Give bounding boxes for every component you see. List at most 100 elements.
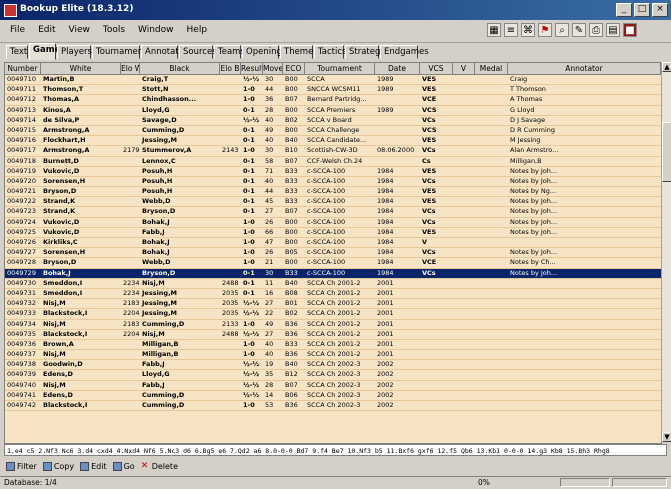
tab-annotator[interactable]: Annotator	[141, 45, 187, 59]
table-row[interactable]: 0049716 Flockhart,H Jessing,M 0-1 40 B40 SCCA …	[5, 136, 661, 147]
table-row[interactable]: 0049731 Smeddon,I 2234 Jessing,M 2035 0-1 16 B0…	[5, 288, 661, 300]
cell-white: Smeddon,I	[43, 288, 83, 297]
menu-view[interactable]: View	[67, 25, 92, 35]
table-row[interactable]: 0049736 Brown,A Milligan,B 1-0 40 B33 SCCA Ch …	[5, 340, 661, 351]
table-row[interactable]: 0049725 Vukovic,D Fabb,J 1-0 66 B00 c-SCCA-100…	[5, 228, 661, 238]
filter-button[interactable]: Filter	[6, 461, 37, 471]
cell-annotator: D J Savage	[510, 115, 546, 124]
table-row[interactable]: 0049717 Armstrong,A 2179 Stummerov,A 2143 1-0…	[5, 146, 661, 157]
table-row[interactable]: 0049715 Armstrong,A Cumming,D 0-1 49 B00 SCCA …	[5, 126, 661, 137]
print-icon[interactable]: ⎙	[589, 23, 603, 37]
column-header-moves[interactable]: Moves	[263, 63, 283, 74]
table-row[interactable]: 0049738 Goodwin,D Fabb,J ½-½ 19 B40 SCCA Ch 20…	[5, 360, 661, 371]
table-row[interactable]: 0049737 Nisj,M Milligan,B 1-0 40 B36 SCCA Ch 2…	[5, 350, 661, 361]
tab-players[interactable]: Players	[57, 45, 92, 59]
menu-tools[interactable]: Tools	[101, 25, 127, 35]
cell-white: Vukovic,D	[43, 166, 80, 175]
table-row[interactable]: 0049713 Kinos,A Lloyd,G 0-1 28 B00 SCCA Premie…	[5, 106, 661, 116]
close-button[interactable]: ×	[652, 3, 668, 17]
table-row[interactable]: 0049726 Kirkliks,C Bohak,J 1-0 47 B00 c-SCCA-1…	[5, 238, 661, 249]
cell-elo-black	[220, 136, 241, 145]
table-row[interactable]: 0049724 Vukovic,D Bohak,J 1-0 26 B00 c-SCCA-10…	[5, 218, 661, 228]
cell-vcs	[420, 391, 453, 400]
list-icon[interactable]: ≡	[504, 23, 518, 37]
tab-text[interactable]: Text	[6, 45, 28, 59]
cell-tournament: c-SCCA-100	[307, 187, 346, 196]
table-row[interactable]: 0049739 Edens,D Lloyd,G ½-½ 35 B12 SCCA Ch 200…	[5, 370, 661, 381]
column-header-white[interactable]: White	[41, 63, 121, 74]
button-label: Go	[123, 461, 135, 471]
table-row[interactable]: 0049712 Thomas,A Chindhasson... 1-0 36 B07 Ber…	[5, 95, 661, 106]
edit-button[interactable]: Edit	[80, 461, 107, 471]
table-row[interactable]: 0049714 de Silva,P Savage,D ½-½ 40 B02 SCCA v …	[5, 116, 661, 126]
table-row[interactable]: 0049728 Bryson,D Webb,D 1-0 21 B00 c-SCCA-100 1…	[5, 258, 661, 269]
tab-sources[interactable]: Sources	[179, 45, 217, 59]
grid-icon[interactable]: ▤	[606, 23, 620, 37]
scroll-down-icon[interactable]: ▼	[662, 432, 671, 442]
go-button[interactable]: Go	[112, 461, 135, 471]
column-header-v[interactable]: V	[453, 63, 475, 74]
cell-medal	[475, 157, 508, 166]
menu-window[interactable]: Window	[136, 25, 176, 35]
table-row[interactable]: 0049742 Blackstock,I Cumming,D 1-0 53 B36 SCCA…	[5, 401, 661, 412]
vertical-scrollbar[interactable]: ▲ ▼	[661, 62, 671, 442]
table-row[interactable]: 0049740 Nisj,M Fabb,J ½-½ 28 B07 SCCA Ch 2002-…	[5, 381, 661, 391]
table-row[interactable]: 0049730 Smeddon,I 2234 Nisj,M 2488 0-1 11 B40 SC…	[5, 279, 661, 289]
column-header-result[interactable]: Result	[241, 63, 263, 74]
column-header-number[interactable]: Number	[5, 63, 41, 74]
tab-themes[interactable]: Themes	[280, 45, 318, 59]
scroll-up-icon[interactable]: ▲	[662, 62, 671, 72]
column-header-medal[interactable]: Medal	[475, 63, 508, 74]
table-row[interactable]: 0049711 Thomson,T Stott,N 1-0 44 B00 SNCCA WCS…	[5, 85, 661, 96]
stop-icon[interactable]: ■	[623, 23, 637, 37]
table-row[interactable]: 0049721 Bryson,D Posuh,H 0-1 44 B33 c-SCCA-100…	[5, 187, 661, 198]
cell-moves: 44	[265, 187, 274, 196]
scroll-thumb[interactable]	[662, 122, 671, 182]
table-row[interactable]: 0049741 Edens,D Cumming,D ½-½ 14 B06 SCCA Ch 2…	[5, 391, 661, 401]
table-row[interactable]: 0049718 Burnett,D Lennox,C 0-1 58 B07 CCF-Wels…	[5, 157, 661, 167]
cell-tournament: c-SCCA-100	[307, 207, 346, 216]
menu-help[interactable]: Help	[185, 25, 210, 35]
tab-games[interactable]: Games	[29, 43, 65, 60]
menu-file[interactable]: File	[8, 25, 27, 35]
cell-number: 0049729	[7, 268, 36, 277]
table-row[interactable]: 0049729 Bohak,J Bryson,D 0-1 30 B33 c-SCCA-100…	[5, 268, 661, 279]
table-row[interactable]: 0049732 Nisj,M 2183 Jessing,M 2035 ½-½ 27 B01 SC…	[5, 299, 661, 310]
table-row[interactable]: 0049734 Nisj,M 2183 Cumming,D 2133 1-0 49 B36 SC…	[5, 320, 661, 330]
table-row[interactable]: 0049719 Vukovic,D Posuh,H 0-1 71 B33 c-SCCA-10…	[5, 167, 661, 177]
table-row[interactable]: 0049733 Blackstock,I 2204 Jessing,M 2035 ½-½ 2…	[5, 309, 661, 320]
column-header-tournament[interactable]: Tournament	[305, 63, 375, 74]
table-row[interactable]: 0049723 Strand,K Bryson,D 0-1 27 B07 c-SCCA-10…	[5, 207, 661, 218]
column-header-eco[interactable]: ECO	[283, 63, 305, 74]
maximize-button[interactable]: □	[634, 3, 650, 17]
column-header-annotator[interactable]: Annotator	[508, 63, 661, 74]
minimize-button[interactable]: _	[616, 3, 632, 17]
table-row[interactable]: 0049710 Martin,B Craig,T ½-½ 30 B00 SCCA 1989 VE…	[5, 75, 661, 86]
tab-strategy[interactable]: Strategy	[345, 45, 385, 59]
tab-teams[interactable]: Teams	[214, 45, 245, 59]
cell-medal	[475, 126, 508, 135]
cell-medal	[475, 299, 508, 308]
notes-icon[interactable]: ✎	[572, 23, 586, 37]
delete-button[interactable]: ✕ Delete	[141, 461, 178, 471]
board-icon[interactable]: ▦	[487, 23, 501, 37]
column-header-date[interactable]: Date	[375, 63, 420, 74]
column-header-elo-white[interactable]: Elo W	[121, 63, 140, 74]
cell-number: 0049737	[7, 350, 36, 359]
table-row[interactable]: 0049720 Sorensen,H Posuh,H 0-1 40 B33 c-SCCA-1…	[5, 177, 661, 188]
tab-endgames[interactable]: Endgames	[380, 45, 429, 59]
tab-openings[interactable]: Openings	[242, 45, 286, 59]
column-header-elo-black[interactable]: Elo B	[220, 63, 241, 74]
table-row[interactable]: 0049735 Blackstock,I 2204 Nisj,M 2488 ½-½ 27 B3…	[5, 330, 661, 340]
menu-edit[interactable]: Edit	[36, 25, 57, 35]
search-icon[interactable]: ⌕	[555, 23, 569, 37]
tree-icon[interactable]: ⌘	[521, 23, 535, 37]
tab-tactics[interactable]: Tactics	[314, 45, 346, 59]
tab-tournaments[interactable]: Tournaments	[92, 45, 151, 59]
copy-button[interactable]: Copy	[42, 461, 74, 471]
flag-icon[interactable]: ⚑	[538, 23, 552, 37]
column-header-black[interactable]: Black	[140, 63, 220, 74]
table-row[interactable]: 0049722 Strand,K Webb,D 0-1 45 B33 c-SCCA-100 1…	[5, 197, 661, 208]
column-header-vcs[interactable]: VCS	[420, 63, 453, 74]
table-row[interactable]: 0049727 Sorensen,H Bohak,J 1-0 26 B05 c-SCCA-1…	[5, 248, 661, 259]
